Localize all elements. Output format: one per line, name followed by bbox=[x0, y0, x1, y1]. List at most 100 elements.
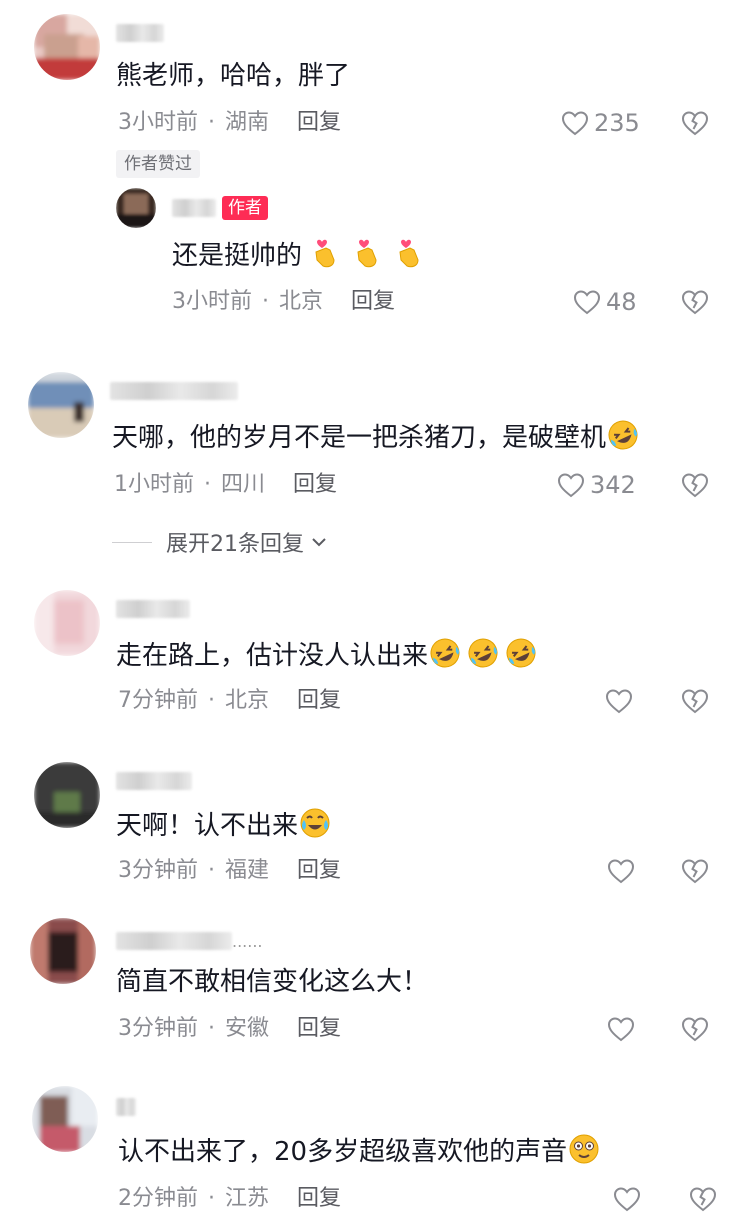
heart-icon bbox=[573, 290, 601, 315]
broken-heart-icon bbox=[681, 111, 709, 136]
like-button[interactable] bbox=[604, 686, 634, 716]
heart-icon bbox=[613, 1187, 641, 1212]
reply-button[interactable]: 回复 bbox=[351, 289, 395, 314]
finger-heart-emoji bbox=[315, 239, 335, 268]
comment-time: 3分钟前 bbox=[118, 1016, 198, 1041]
broken-heart-icon bbox=[689, 1187, 717, 1212]
comment-item: ...... 简直不敢相信变化这么大！ 3分钟前 · 安徽 回复 bbox=[0, 910, 740, 1060]
author-liked-tag: 作者赞过 bbox=[116, 150, 200, 178]
like-count: 48 bbox=[606, 288, 637, 316]
rolling-laughing-emoji bbox=[430, 638, 460, 668]
finger-heart-emoji bbox=[399, 239, 419, 268]
crying-laughing-emoji bbox=[300, 808, 330, 838]
dislike-button[interactable] bbox=[680, 686, 710, 716]
like-button[interactable]: 342 bbox=[556, 470, 636, 500]
rolling-laughing-emoji bbox=[468, 638, 498, 668]
reply-time: 3小时前 bbox=[172, 289, 252, 314]
reply-button[interactable]: 回复 bbox=[297, 688, 341, 713]
comment-location: 湖南 bbox=[225, 110, 270, 135]
reply-button[interactable]: 回复 bbox=[297, 858, 341, 883]
reply-button[interactable]: 回复 bbox=[297, 110, 341, 135]
rolling-laughing-emoji bbox=[608, 420, 638, 450]
expand-replies-button[interactable]: 展开21条回复 bbox=[112, 526, 330, 558]
author-avatar[interactable] bbox=[116, 188, 156, 228]
comment-meta: 3分钟前 · 安徽 回复 bbox=[118, 1016, 342, 1041]
comment-location: 江苏 bbox=[225, 1186, 270, 1211]
username-ellipsis: ...... bbox=[232, 932, 263, 951]
like-button[interactable]: 48 bbox=[572, 287, 637, 317]
comment-location: 北京 bbox=[225, 688, 270, 713]
broken-heart-icon bbox=[681, 473, 709, 498]
dizzy-face-emoji bbox=[569, 1134, 599, 1164]
avatar[interactable] bbox=[34, 762, 100, 828]
comment-time: 1小时前 bbox=[114, 472, 194, 497]
comment-item: 走在路上，估计没人认出来 7分钟前 · 北京 回复 bbox=[0, 580, 740, 730]
avatar[interactable] bbox=[34, 14, 100, 80]
comment-meta: 7分钟前 · 北京 回复 bbox=[118, 688, 342, 713]
like-button[interactable] bbox=[606, 1014, 636, 1044]
comment-meta: 2分钟前 · 江苏 回复 bbox=[118, 1186, 342, 1211]
comment-location: 四川 bbox=[221, 472, 266, 497]
like-button[interactable]: 235 bbox=[560, 108, 640, 138]
broken-heart-icon bbox=[681, 290, 709, 315]
reply-button[interactable]: 回复 bbox=[293, 472, 337, 497]
comment-meta: 1小时前 · 四川 回复 bbox=[114, 472, 338, 497]
comment-location: 福建 bbox=[225, 858, 270, 883]
username[interactable] bbox=[116, 22, 164, 42]
heart-icon bbox=[561, 111, 589, 136]
username[interactable]: ...... bbox=[116, 930, 263, 951]
author-username[interactable]: 作者 bbox=[172, 196, 268, 220]
comment-time: 2分钟前 bbox=[118, 1186, 198, 1211]
username[interactable] bbox=[116, 598, 190, 618]
avatar[interactable] bbox=[32, 1086, 98, 1152]
heart-icon bbox=[557, 473, 585, 498]
comment-time: 3小时前 bbox=[118, 110, 198, 135]
broken-heart-icon bbox=[681, 1017, 709, 1042]
comment-item: 天啊！认不出来 3分钟前 · 福建 回复 bbox=[0, 752, 740, 902]
comment-text: 简直不敢相信变化这么大！ bbox=[116, 967, 429, 997]
username[interactable] bbox=[116, 770, 192, 790]
comment-meta: 3小时前 · 湖南 回复 bbox=[118, 110, 342, 135]
dislike-button[interactable] bbox=[688, 1184, 718, 1214]
reply-location: 北京 bbox=[279, 289, 324, 314]
comment-text: 天哪，他的岁月不是一把杀猪刀，是破壁机 bbox=[112, 418, 640, 456]
finger-heart-emoji bbox=[357, 239, 377, 268]
comment-item: 认不出来了，20多岁超级喜欢他的声音 2分钟前 · 江苏 回复 bbox=[0, 1078, 740, 1220]
reply-button[interactable]: 回复 bbox=[297, 1186, 341, 1211]
comment-time: 3分钟前 bbox=[118, 858, 198, 883]
dislike-button[interactable] bbox=[680, 856, 710, 886]
rolling-laughing-emoji bbox=[506, 638, 536, 668]
comment-text: 认不出来了，20多岁超级喜欢他的声音 bbox=[118, 1132, 601, 1170]
comment-text: 天啊！认不出来 bbox=[116, 806, 332, 844]
reply-meta: 3小时前 · 北京 回复 bbox=[172, 289, 396, 314]
heart-icon bbox=[607, 859, 635, 884]
comment-text: 走在路上，估计没人认出来 bbox=[116, 636, 538, 674]
heart-icon bbox=[607, 1017, 635, 1042]
comment-item: 天哪，他的岁月不是一把杀猪刀，是破壁机 1小时前 · 四川 回复 342 bbox=[0, 360, 740, 560]
avatar[interactable] bbox=[34, 590, 100, 656]
comment-text: 熊老师，哈哈，胖了 bbox=[116, 61, 351, 91]
username[interactable] bbox=[110, 380, 238, 400]
expand-replies-label: 展开21条回复 bbox=[166, 532, 304, 557]
avatar[interactable] bbox=[28, 372, 94, 438]
dislike-button[interactable] bbox=[680, 1014, 710, 1044]
username[interactable] bbox=[116, 1096, 136, 1116]
avatar[interactable] bbox=[30, 918, 96, 984]
dislike-button[interactable] bbox=[680, 108, 710, 138]
like-button[interactable] bbox=[606, 856, 636, 886]
broken-heart-icon bbox=[681, 689, 709, 714]
chevron-down-icon bbox=[312, 538, 326, 547]
like-count: 342 bbox=[590, 471, 636, 499]
like-button[interactable] bbox=[612, 1184, 642, 1214]
dislike-button[interactable] bbox=[680, 470, 710, 500]
comment-location: 安徽 bbox=[225, 1016, 270, 1041]
divider-line bbox=[112, 541, 152, 543]
dislike-button[interactable] bbox=[680, 287, 710, 317]
comment-item: 熊老师，哈哈，胖了 3小时前 · 湖南 回复 235 作者赞过 作者 还是挺帅的 3小… bbox=[0, 0, 740, 340]
like-count: 235 bbox=[594, 109, 640, 137]
reply-text: 还是挺帅的 bbox=[172, 236, 426, 274]
comment-meta: 3分钟前 · 福建 回复 bbox=[118, 858, 342, 883]
reply-button[interactable]: 回复 bbox=[297, 1016, 341, 1041]
broken-heart-icon bbox=[681, 859, 709, 884]
author-badge: 作者 bbox=[222, 196, 268, 220]
